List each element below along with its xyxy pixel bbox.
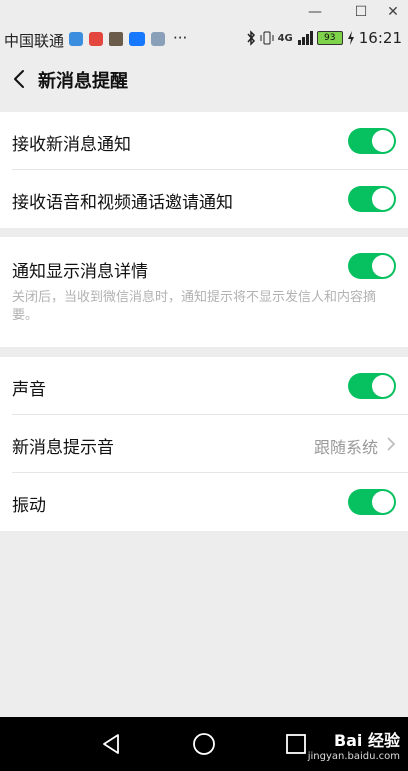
bluetooth-icon	[247, 30, 255, 46]
battery-icon: 93	[316, 31, 343, 45]
page-title: 新消息提醒	[38, 71, 128, 92]
notification-app-icon	[69, 32, 83, 46]
setting-label: 新消息提示音	[12, 438, 114, 458]
settings-group-notifications: 接收新消息通知 接收语音和视频通话邀请通知	[0, 112, 408, 228]
nav-recents-icon[interactable]	[282, 730, 310, 758]
clock: 16:21	[358, 29, 402, 47]
setting-description: 关闭后，当收到微信消息时，通知提示将不显示发信人和内容摘要。	[12, 290, 377, 323]
setting-row-vibrate[interactable]: 振动	[0, 473, 408, 531]
vibrate-icon	[260, 31, 274, 45]
show-details-toggle[interactable]	[348, 253, 396, 279]
toggle-knob	[372, 255, 394, 277]
close-button[interactable]: ✕	[378, 3, 408, 21]
notification-app-icon	[109, 32, 123, 46]
restore-button[interactable]: ☐	[346, 3, 376, 21]
system-navigation-bar: Bai 经验 jingyan.baidu.com	[0, 717, 408, 771]
setting-row-ringtone[interactable]: 新消息提示音 跟随系统	[0, 415, 408, 473]
chevron-right-icon	[387, 437, 396, 451]
toggle-knob	[372, 375, 394, 397]
toggle-knob	[372, 188, 394, 210]
setting-label: 振动	[12, 496, 46, 516]
minimize-button[interactable]: —	[300, 3, 330, 21]
setting-row-new-message[interactable]: 接收新消息通知	[0, 112, 408, 170]
notification-app-icon	[129, 32, 145, 46]
setting-row-sound[interactable]: 声音	[0, 357, 408, 415]
watermark-url: jingyan.baidu.com	[307, 751, 400, 762]
app-header: 新消息提醒	[0, 54, 408, 104]
call-invite-toggle[interactable]	[348, 186, 396, 212]
setting-row-show-details[interactable]: 通知显示消息详情	[0, 237, 408, 295]
setting-label: 接收新消息通知	[12, 135, 131, 155]
network-type: 4G	[277, 32, 293, 44]
setting-label: 接收语音和视频通话邀请通知	[12, 193, 233, 213]
nav-home-icon[interactable]	[190, 730, 218, 758]
settings-group-sound: 声音 新消息提示音 跟随系统 振动	[0, 357, 408, 531]
carrier-name: 中国联通	[4, 32, 65, 50]
notification-app-icon	[89, 32, 103, 46]
notification-app-icon	[151, 32, 165, 46]
more-notifications: ···	[173, 29, 188, 47]
ringtone-value: 跟随系统	[313, 438, 378, 457]
watermark: Bai 经验 jingyan.baidu.com	[308, 727, 400, 762]
watermark-logo: Bai 经验	[333, 731, 400, 750]
setting-label: 通知显示消息详情	[12, 262, 148, 282]
settings-group-details: 通知显示消息详情 关闭后，当收到微信消息时，通知提示将不显示发信人和内容摘要。	[0, 237, 408, 347]
toggle-knob	[372, 491, 394, 513]
nav-back-icon[interactable]	[98, 730, 126, 758]
vibrate-toggle[interactable]	[348, 489, 396, 515]
setting-label: 声音	[12, 380, 46, 400]
signal-icon	[297, 31, 313, 45]
toggle-knob	[372, 130, 394, 152]
sound-toggle[interactable]	[348, 373, 396, 399]
new-message-toggle[interactable]	[348, 128, 396, 154]
status-bar: 中国联通 ··· 4G 93 16:21	[0, 24, 408, 54]
setting-row-call-invite[interactable]: 接收语音和视频通话邀请通知	[0, 170, 408, 228]
back-arrow-icon[interactable]	[8, 67, 32, 91]
charging-icon	[347, 31, 354, 45]
window-controls: — ☐ ✕	[0, 0, 408, 24]
